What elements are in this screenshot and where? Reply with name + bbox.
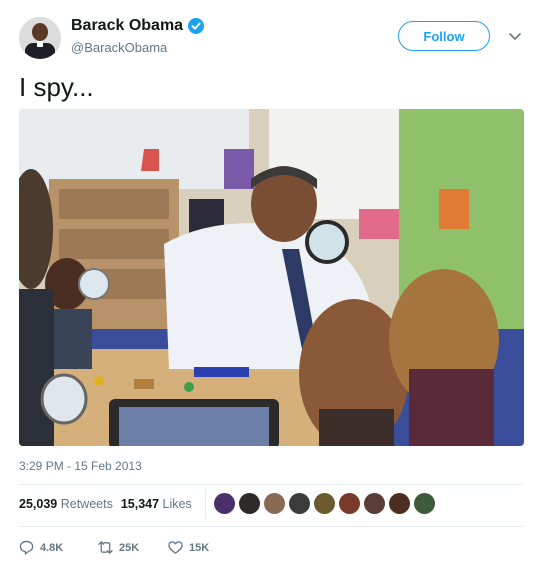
user-name[interactable]: Barack Obama — [71, 17, 205, 35]
liker-avatar[interactable] — [264, 493, 285, 514]
user-handle[interactable]: @BarackObama — [71, 40, 167, 55]
liker-avatar[interactable] — [314, 493, 335, 514]
divider — [19, 526, 523, 527]
liker-avatar[interactable] — [214, 493, 235, 514]
tweet-photo[interactable] — [19, 109, 524, 446]
chevron-down-icon[interactable] — [508, 29, 522, 43]
tweet-text: I spy... — [19, 72, 94, 102]
tweet-actions: 4.8K 25K 15K — [19, 540, 209, 555]
reply-button[interactable]: 4.8K — [19, 540, 98, 555]
vertical-divider — [205, 489, 206, 519]
likes-stat[interactable]: 15,347 Likes — [121, 497, 192, 511]
liker-avatar[interactable] — [339, 493, 360, 514]
like-button[interactable]: 15K — [168, 540, 209, 555]
divider — [19, 484, 523, 485]
liker-avatar[interactable] — [389, 493, 410, 514]
heart-icon — [168, 541, 183, 554]
liker-avatar[interactable] — [414, 493, 435, 514]
liker-avatar[interactable] — [364, 493, 385, 514]
liker-avatar[interactable] — [289, 493, 310, 514]
verified-badge-icon — [188, 18, 205, 34]
likers-avatars — [214, 493, 435, 514]
avatar[interactable] — [19, 17, 61, 59]
follow-button[interactable]: Follow — [398, 21, 490, 51]
reply-icon — [19, 540, 34, 555]
retweets-stat[interactable]: 25,039 Retweets — [19, 497, 113, 511]
retweet-button[interactable]: 25K — [98, 540, 168, 555]
retweet-icon — [98, 541, 113, 554]
tweet-timestamp[interactable]: 3:29 PM - 15 Feb 2013 — [19, 459, 142, 473]
engagement-stats: 25,039 Retweets 15,347 Likes — [19, 497, 192, 511]
liker-avatar[interactable] — [239, 493, 260, 514]
